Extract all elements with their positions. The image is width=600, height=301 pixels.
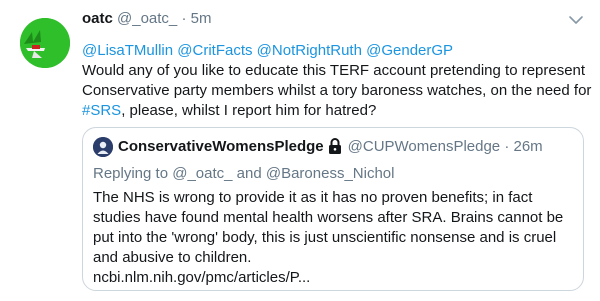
replying-prefix: Replying to (93, 165, 169, 182)
mention-link[interactable]: @LisaTMullin (82, 42, 173, 59)
author-name[interactable]: oatc (82, 10, 113, 27)
meta-separator: · (181, 10, 187, 27)
replying-and: and (236, 165, 262, 182)
quoted-tweet-text: The NHS is wrong to provide it as it has… (93, 188, 573, 288)
avatar[interactable] (20, 18, 70, 68)
quoted-link[interactable]: ncbi.nlm.nih.gov/pmc/articles/P... (93, 269, 310, 286)
quoted-text-body: The NHS is wrong to provide it as it has… (93, 189, 564, 266)
quoted-author-handle[interactable]: @CUPWomensPledge (348, 138, 501, 155)
quoted-author-name[interactable]: ConservativeWomensPledge (118, 138, 324, 155)
tweet-timestamp[interactable]: 5m (191, 10, 212, 27)
tweet-text: @LisaTMullin @CritFacts @NotRightRuth @G… (82, 41, 592, 121)
quoted-timestamp[interactable]: 26m (514, 138, 543, 155)
mention-link[interactable]: @GenderGP (366, 42, 453, 59)
author-handle[interactable]: @_oatc_ (117, 10, 177, 27)
replying-to-line: Replying to @_oatc_ and @Baroness_Nichol (93, 164, 394, 184)
quoted-tweet-header: ConservativeWomensPledge @CUPWomensPledg… (93, 137, 543, 157)
quoted-avatar[interactable] (93, 137, 113, 157)
tweet-header: oatc @_oatc_ · 5m (82, 9, 211, 29)
replying-user[interactable]: @_oatc_ (172, 165, 232, 182)
hashtag-link[interactable]: #SRS (82, 102, 121, 119)
mention-link[interactable]: @NotRightRuth (257, 42, 362, 59)
mention-link[interactable]: @CritFacts (177, 42, 252, 59)
tweet-text-part: , please, whilst I report him for hatred… (121, 102, 377, 119)
lock-icon (328, 138, 341, 154)
quoted-tweet-card[interactable]: ConservativeWomensPledge @CUPWomensPledg… (82, 127, 584, 291)
chevron-down-icon[interactable] (568, 14, 584, 26)
meta-separator: · (504, 138, 510, 155)
replying-user[interactable]: @Baroness_Nichol (266, 165, 395, 182)
tweet-text-part: Would any of you like to educate this TE… (82, 62, 592, 99)
